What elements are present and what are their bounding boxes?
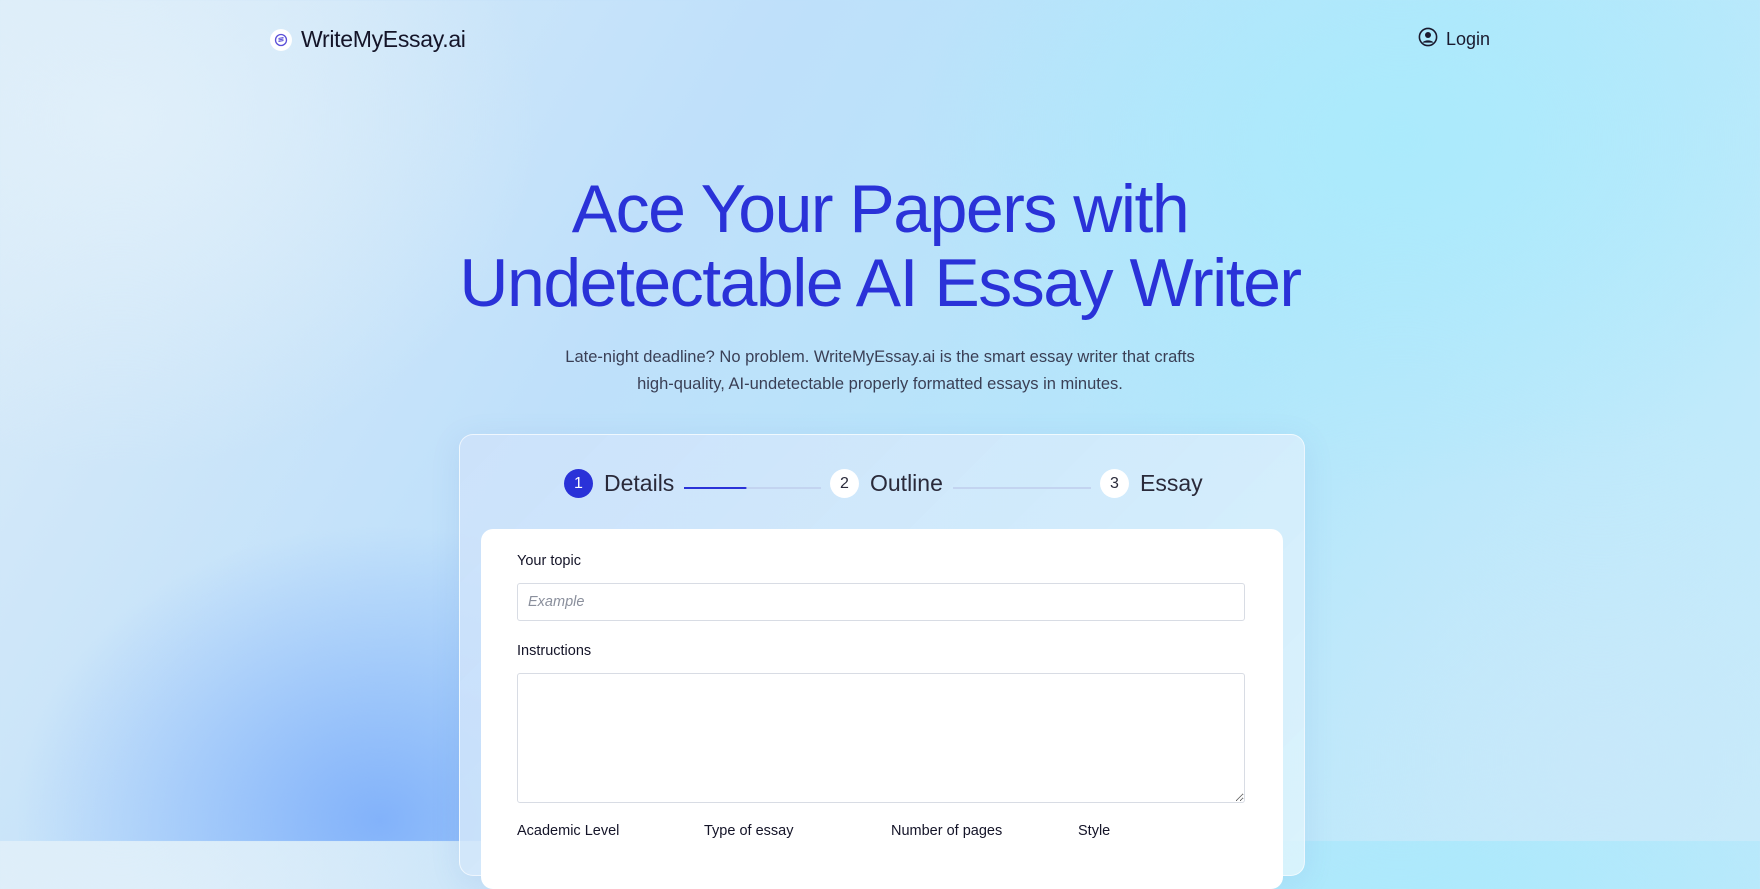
step-details[interactable]: 1 Details xyxy=(564,469,674,498)
essay-options-row: Academic Level Type of essay Number of p… xyxy=(517,823,1257,843)
step-connector xyxy=(684,487,821,489)
topic-input[interactable] xyxy=(517,583,1245,621)
hero-title: Ace Your Papers with Undetectable AI Ess… xyxy=(0,172,1760,320)
step-label: Essay xyxy=(1140,470,1203,496)
user-circle-icon xyxy=(1418,27,1438,52)
progress-stepper: 1 Details 2 Outline 3 Essay xyxy=(460,469,1304,505)
essay-type-label: Type of essay xyxy=(704,823,794,839)
login-button[interactable]: Login xyxy=(1418,27,1490,52)
step-number-badge: 1 xyxy=(564,469,593,498)
pages-label: Number of pages xyxy=(891,823,1003,839)
step-label: Outline xyxy=(870,470,943,496)
hero-subtitle-line-2: high-quality, AI-undetectable properly f… xyxy=(637,375,1123,393)
step-number-badge: 2 xyxy=(830,469,859,498)
topic-label: Your topic xyxy=(517,553,581,569)
brand-name: WriteMyEssay.ai xyxy=(301,26,466,52)
step-connector xyxy=(953,487,1091,489)
instructions-textarea[interactable] xyxy=(517,673,1245,803)
step-essay[interactable]: 3 Essay xyxy=(1100,469,1203,498)
essay-form: Your topic Instructions Academic Level T… xyxy=(481,529,1283,889)
hero-title-line-1: Ace Your Papers with xyxy=(571,171,1190,247)
instructions-label: Instructions xyxy=(517,643,592,659)
login-label: Login xyxy=(1446,29,1491,49)
hero-title-line-2: Undetectable AI Essay Writer xyxy=(459,245,1302,321)
hero-subtitle-line-1: Late-night deadline? No problem. WriteMy… xyxy=(565,348,1195,366)
academic-level-label: Academic Level xyxy=(517,823,620,839)
essay-generator-card: 1 Details 2 Outline 3 Essay Your topic I… xyxy=(459,434,1305,889)
step-label: Details xyxy=(604,470,675,496)
brand-logo-link[interactable]: WriteMyEssay.ai xyxy=(270,26,466,53)
style-label: Style xyxy=(1078,823,1111,839)
step-outline[interactable]: 2 Outline xyxy=(830,469,943,498)
step-number-badge: 3 xyxy=(1100,469,1129,498)
stack-logo-icon xyxy=(270,28,292,51)
hero-subtitle: Late-night deadline? No problem. WriteMy… xyxy=(0,344,1760,398)
site-header: WriteMyEssay.ai Login xyxy=(0,0,1760,80)
